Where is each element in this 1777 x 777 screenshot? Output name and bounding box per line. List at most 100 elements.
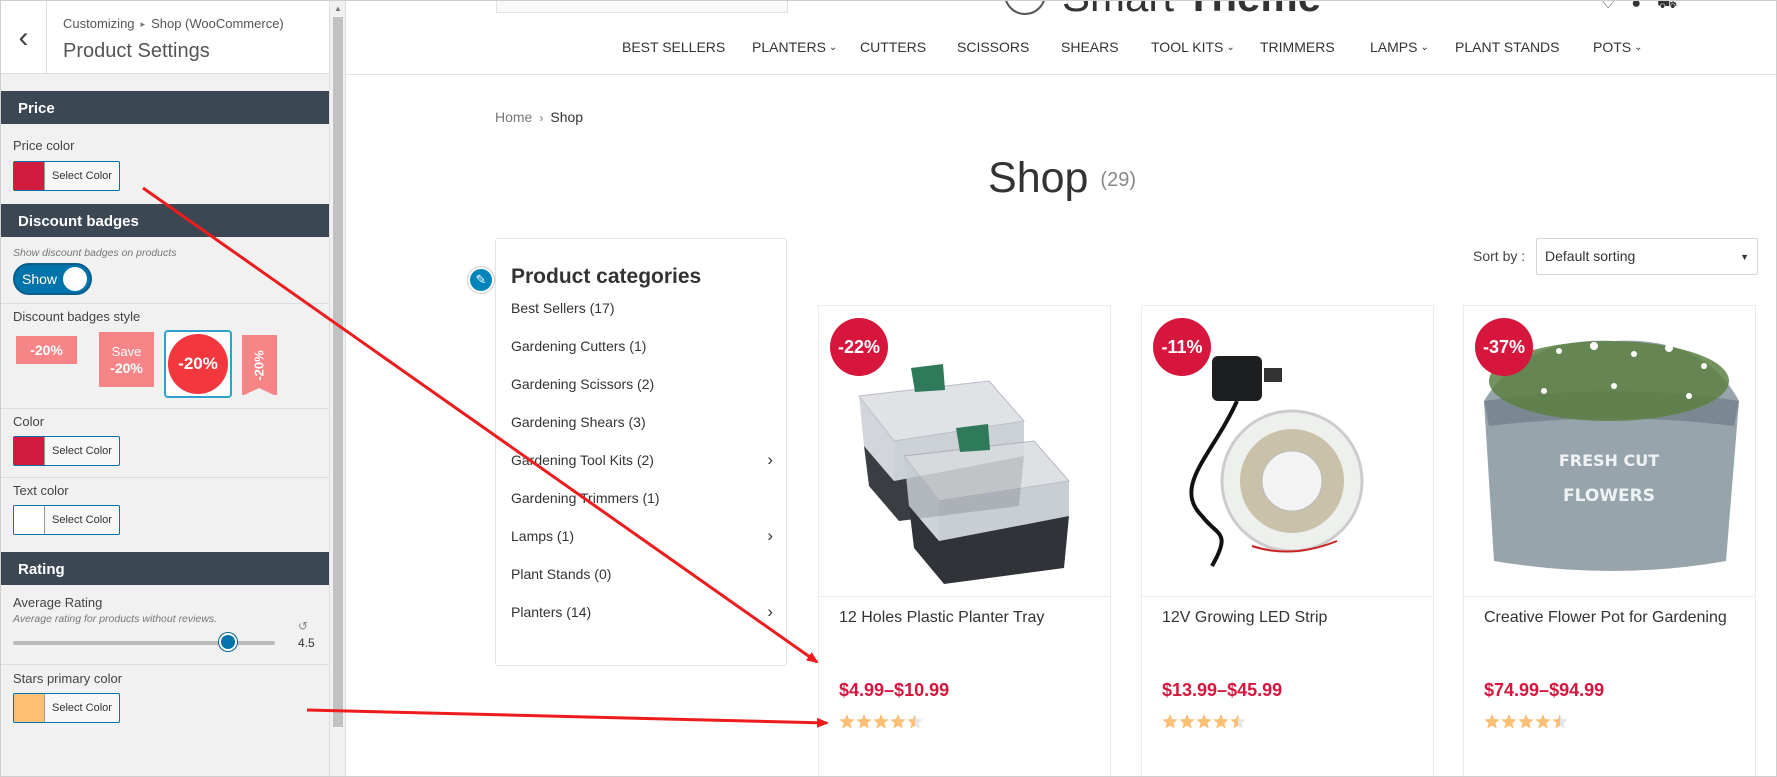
categories-title: Product categories [511,265,702,288]
category-item[interactable]: Plant Stands (0) [511,566,773,582]
sort-select[interactable]: Default sorting ▼ [1536,238,1758,275]
cart-icon[interactable]: ⛟ [1657,1,1693,12]
nav-item-label: TRIMMERS [1260,39,1335,55]
category-item[interactable]: Gardening Cutters (1) [511,338,773,354]
category-label: Gardening Shears (3) [511,414,646,430]
breadcrumb-home[interactable]: Home [495,109,532,125]
category-item[interactable]: Lamps (1) › [511,526,773,546]
sort-label: Sort by : [1473,248,1526,264]
chevron-down-icon: ⌄ [1226,42,1235,53]
star-icon [839,714,855,729]
site-logo[interactable]: Smart Theme [1004,1,1321,21]
price-color-picker[interactable]: Select Color [13,161,120,191]
logo-text-light: Smart [1062,1,1186,20]
nav-item[interactable]: LAMPS ⌄ [1370,39,1429,55]
product-name[interactable]: Creative Flower Pot for Gardening [1484,608,1739,628]
select-color-label: Select Color [52,514,112,526]
section-discount-header: Discount badges [1,204,329,237]
header-search-box[interactable] [496,1,788,13]
badge-style-option-4[interactable]: -20% [242,335,277,396]
nav-item[interactable]: TRIMMERS [1260,39,1335,55]
badge-text-color-picker[interactable]: Select Color [13,505,120,535]
category-item[interactable]: Gardening Trimmers (1) [511,490,773,506]
select-color-label: Select Color [52,170,112,182]
nav-item[interactable]: TOOL KITS ⌄ [1151,39,1235,55]
nav-item-label: SCISSORS [957,39,1030,55]
average-rating-slider[interactable]: 4.5 [1,625,329,655]
customizer-controls: Price Price color Select Color Discount … [1,91,329,727]
badge-style-2-save: Save [111,343,142,359]
nav-item[interactable]: BEST SELLERS [622,39,725,55]
badge-style-options: -20% Save -20% -20% -20% [1,330,329,398]
breadcrumb-section: Shop (WooCommerce) [151,16,284,31]
product-image[interactable]: -37% FRESH CUT FLOWERS [1464,306,1755,597]
category-item[interactable]: Best Sellers (17) [511,300,773,316]
nav-item-label: BEST SELLERS [622,39,726,55]
scrollbar-thumb[interactable] [333,17,343,727]
product-price: $13.99–$45.99 [1162,680,1283,700]
badge-color-swatch [14,437,45,465]
badge-style-3-circle: -20% [168,334,228,394]
star-icon [1196,714,1212,729]
customizer-header: ‹ Customizing ▸ Shop (WooCommerce) Product… [1,1,345,74]
badge-text-color-label: Text color [13,483,69,498]
toggle-label: Show [22,271,58,287]
badge-color-picker[interactable]: Select Color [13,436,120,466]
customizer-sidebar: ‹ Customizing ▸ Shop (WooCommerce) Product… [1,1,346,776]
price-color-swatch [14,162,45,190]
chevron-right-icon[interactable]: › [767,450,773,470]
nav-item[interactable]: PLANT STANDS [1455,39,1560,55]
scroll-up-icon[interactable]: ▲ [334,4,342,13]
user-icon[interactable]: ● [1631,1,1657,12]
star-icon [1179,714,1195,729]
star-rating [1484,714,1568,729]
product-card[interactable]: -11% 12V Growing LED Strip $13.99–$45.99 [1141,305,1434,776]
product-price: $74.99–$94.99 [1484,680,1605,700]
product-card[interactable]: -22% 12 Holes Plastic Planter Tray $4.99… [818,305,1111,776]
average-rating-label: Average Rating [13,595,103,610]
customizer-breadcrumb: Customizing ▸ Shop (WooCommerce) [63,16,284,31]
header-divider [346,74,1776,75]
nav-item[interactable]: SHEARS [1061,39,1119,55]
nav-item[interactable]: POTS ⌄ [1593,39,1643,55]
category-item[interactable]: Gardening Tool Kits (2) › [511,450,773,470]
product-name[interactable]: 12V Growing LED Strip [1162,608,1417,628]
show-discount-toggle[interactable]: Show [13,263,92,295]
category-item[interactable]: Gardening Shears (3) [511,414,773,430]
brain-logo-icon [1004,1,1046,15]
nav-item[interactable]: CUTTERS [860,39,926,55]
panel-title: Product Settings [63,40,210,62]
product-count: (29) [1100,169,1136,191]
nav-item[interactable]: SCISSORS [957,39,1029,55]
section-rating-header: Rating [1,552,329,585]
product-image[interactable]: -11% [1142,306,1433,597]
badge-style-option-1[interactable]: -20% [16,336,77,364]
stars-color-swatch [14,694,45,722]
badge-color-field: Color Select Color [1,409,329,470]
product-image[interactable]: -22% [819,306,1110,597]
category-item[interactable]: Planters (14) › [511,602,773,622]
heart-icon[interactable]: ♡ [1601,1,1631,12]
slider-handle[interactable] [218,633,237,651]
stars-color-picker[interactable]: Select Color [13,693,120,723]
category-label: Best Sellers (17) [511,300,615,316]
star-icon [1213,714,1229,729]
star-rating [1162,714,1246,729]
average-rating-field: Average Rating Average rating for produc… [1,585,329,633]
edit-shortcut-icon[interactable]: ✎ [468,267,494,293]
product-card[interactable]: -37% FRESH CUT FLOWERS Creative Flower P… [1463,305,1756,776]
badge-style-option-2[interactable]: Save -20% [99,332,154,387]
nav-item[interactable]: PLANTERS ⌄ [752,39,837,55]
product-name[interactable]: 12 Holes Plastic Planter Tray [839,608,1094,628]
badge-color-label: Color [13,414,45,429]
stars-color-label: Stars primary color [13,671,123,686]
select-color-label: Select Color [52,445,112,457]
chevron-right-icon[interactable]: › [767,602,773,622]
back-button[interactable]: ‹ [1,1,47,74]
sidebar-scrollbar[interactable]: ▲ [329,1,345,776]
chevron-right-icon[interactable]: › [767,526,773,546]
category-item[interactable]: Gardening Scissors (2) [511,376,773,392]
badge-style-option-3-selected[interactable]: -20% [164,330,232,398]
badge-style-2-value: -20% [110,359,143,376]
category-label: Gardening Scissors (2) [511,376,655,392]
